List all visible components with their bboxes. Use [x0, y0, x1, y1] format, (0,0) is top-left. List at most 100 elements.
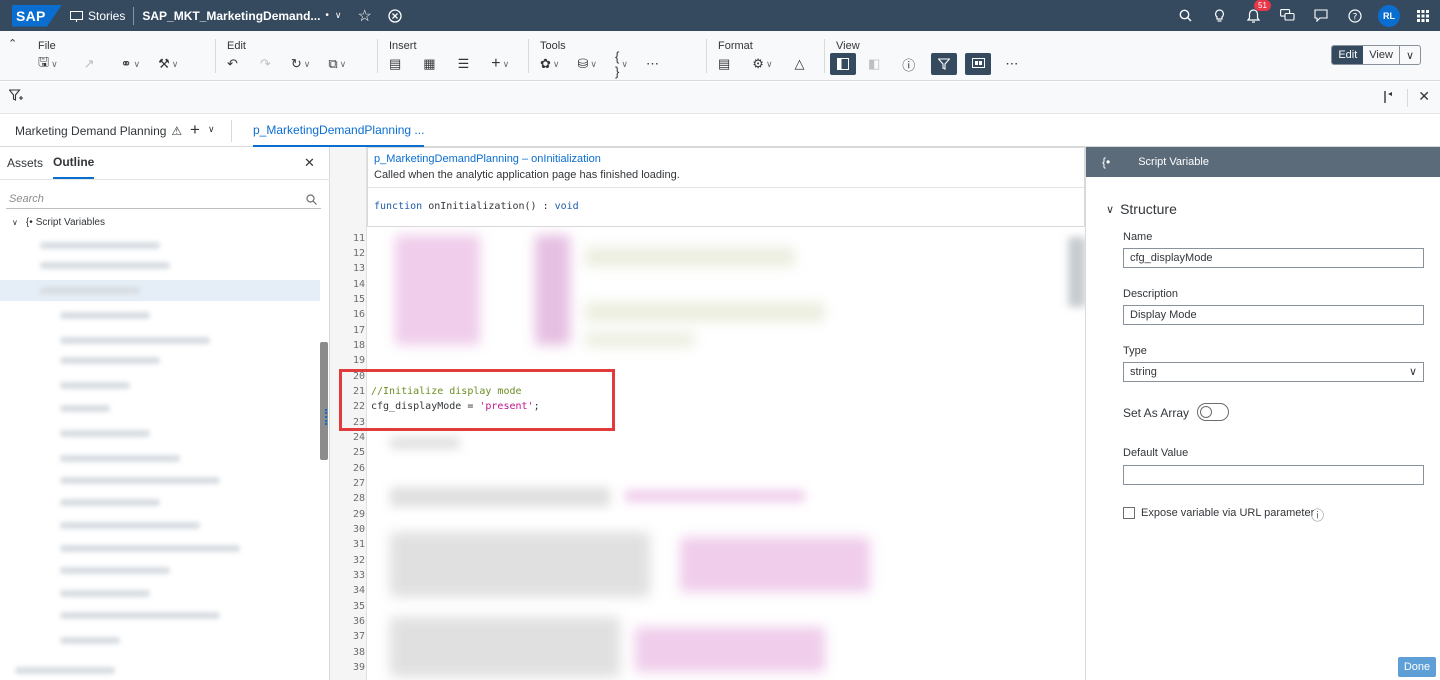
highlight-box: [339, 369, 615, 431]
structure-section-toggle[interactable]: ∨ Structure: [1106, 201, 1177, 217]
add-page-icon[interactable]: +: [190, 120, 200, 140]
description-input[interactable]: Display Mode: [1123, 305, 1424, 325]
description-label: Description: [1123, 288, 1179, 300]
blurred-tree-item: [40, 242, 160, 249]
sap-logo[interactable]: SAP: [12, 4, 62, 27]
more-icon[interactable]: ⋯: [1005, 56, 1018, 72]
add-filter-icon[interactable]: [8, 89, 23, 106]
tree-node-label: Script Variables: [35, 217, 105, 228]
undo-icon[interactable]: ↶: [227, 56, 238, 72]
outline-search-input[interactable]: Search: [6, 190, 321, 209]
toggle-knob: [1200, 406, 1212, 418]
chevron-down-icon[interactable]: ∨: [1398, 46, 1420, 64]
blurred-tree-item: [60, 405, 110, 412]
insert-chart-icon[interactable]: ▤: [389, 56, 401, 72]
script-braces-icon[interactable]: { } ∨: [615, 49, 628, 79]
section-title: Structure: [1120, 201, 1177, 217]
share-icon[interactable]: ⚭ ∨: [121, 56, 141, 72]
blurred-tree-item: [60, 637, 120, 644]
tools-wrench-icon[interactable]: ⚒ ∨: [158, 56, 178, 72]
app-grid-icon[interactable]: [1406, 0, 1440, 31]
search-icon[interactable]: [306, 194, 317, 208]
lightbulb-icon[interactable]: [1202, 0, 1236, 31]
insert-table-icon[interactable]: ▦: [423, 56, 435, 72]
done-button[interactable]: Done: [1398, 657, 1436, 677]
default-value-input[interactable]: [1123, 465, 1424, 485]
data-source-icon[interactable]: ⛁ ∨: [578, 56, 598, 72]
resize-handle[interactable]: [325, 409, 328, 425]
info-icon[interactable]: ⓘ: [1311, 505, 1324, 524]
blurred-tree-item: [40, 287, 140, 294]
insert-filter-icon[interactable]: ☰: [458, 56, 470, 72]
more-icon[interactable]: ⋯: [646, 56, 659, 72]
tree-node-script-variables[interactable]: ∨ {• Script Variables: [12, 217, 105, 228]
outline-toggle-icon[interactable]: [965, 53, 992, 75]
chevron-down-icon: ∨: [1106, 203, 1115, 216]
breakpoint-icon[interactable]: [1382, 90, 1396, 107]
story-title[interactable]: SAP_MKT_MarketingDemand...: [142, 9, 320, 23]
search-icon[interactable]: [1168, 0, 1202, 31]
edit-view-switch: Edit View ∨: [1331, 45, 1421, 65]
css-icon[interactable]: △: [795, 56, 805, 72]
insert-plus-icon[interactable]: + ∨: [491, 55, 509, 73]
redo-icon: ↷: [259, 56, 271, 71]
panel-scrollbar[interactable]: [320, 342, 328, 460]
blurred-code: [585, 247, 795, 267]
type-select[interactable]: string ∨: [1123, 362, 1424, 382]
save-icon[interactable]: 🖫 ∨: [38, 53, 58, 75]
warning-icon: ⚠: [171, 123, 183, 138]
close-icon[interactable]: ✕: [304, 155, 315, 171]
line-number: 25: [352, 447, 365, 458]
info-divider: [368, 187, 1084, 188]
theme-icon[interactable]: ⚙ ∨: [752, 56, 772, 72]
info-icon[interactable]: ⓘ: [902, 55, 915, 74]
edit-mode-button[interactable]: Edit: [1332, 46, 1364, 64]
expose-url-checkbox[interactable]: [1123, 507, 1135, 519]
script-variable-panel: {• Script Variable ∨ Structure Name cfg_…: [1085, 147, 1440, 680]
function-signature: function onInitialization() : void: [374, 201, 579, 212]
tab-assets[interactable]: Assets: [7, 147, 43, 179]
tab-outline[interactable]: Outline: [53, 147, 95, 179]
close-circle-icon[interactable]: [388, 8, 402, 23]
avatar[interactable]: RL: [1378, 4, 1400, 27]
view-mode-button[interactable]: View: [1363, 46, 1399, 64]
tab-page[interactable]: Marketing Demand Planning ⚠: [15, 114, 182, 147]
blurred-tree-item: [60, 545, 240, 552]
styling-icon[interactable]: ▤: [718, 56, 730, 72]
notifications-icon[interactable]: 51: [1236, 0, 1271, 31]
blurred-tree-item: [40, 262, 170, 269]
notification-badge: 51: [1254, 0, 1271, 11]
script-variable-icon: {•: [25, 217, 33, 228]
line-number: 28: [352, 493, 365, 504]
chevron-down-icon[interactable]: ∨: [208, 124, 215, 135]
right-panel-toggle-icon[interactable]: ◧: [868, 56, 880, 72]
tab-script[interactable]: p_MarketingDemandPlanning ...: [253, 114, 425, 147]
line-number: 16: [352, 309, 365, 320]
svg-text:?: ?: [1353, 12, 1358, 22]
blurred-code: [625, 490, 805, 502]
type-select-value: string: [1130, 366, 1157, 378]
collapse-toolbar-icon[interactable]: ⌃: [8, 37, 17, 50]
close-icon[interactable]: ✕: [1418, 88, 1430, 105]
filter-toggle-icon[interactable]: [931, 53, 958, 75]
left-panel-toggle-icon[interactable]: [830, 53, 856, 75]
discussions-icon[interactable]: [1270, 0, 1304, 31]
script-variable-icon: {•: [1102, 155, 1111, 169]
toolbar-separator: [215, 39, 216, 73]
calculation-icon[interactable]: ✿ ∨: [540, 56, 560, 72]
line-number: 26: [352, 463, 365, 474]
chevron-down-icon[interactable]: ∨: [335, 10, 342, 21]
set-as-array-toggle[interactable]: [1197, 403, 1229, 421]
line-number: 38: [352, 647, 365, 658]
copy-icon[interactable]: ⧉ ∨: [328, 56, 346, 72]
help-icon[interactable]: ?: [1338, 0, 1372, 31]
main-toolbar: ⌃ File 🖫 ∨ ↗ ⚭ ∨ ⚒ ∨ Edit ↶ ↷ ↻ ∨ ⧉ ∨ Insert …: [0, 31, 1440, 81]
outline-panel: Assets Outline ✕ Search ∨ {• Script Vari…: [0, 147, 330, 680]
star-icon[interactable]: ☆: [358, 6, 372, 26]
feedback-icon[interactable]: [1304, 0, 1338, 31]
name-input[interactable]: cfg_displayMode: [1123, 248, 1424, 268]
stories-nav[interactable]: Stories: [70, 9, 125, 23]
page-tabs: Marketing Demand Planning ⚠ + ∨ p_Market…: [0, 114, 1440, 147]
refresh-icon[interactable]: ↻ ∨: [291, 56, 311, 72]
line-number: 17: [352, 325, 365, 336]
